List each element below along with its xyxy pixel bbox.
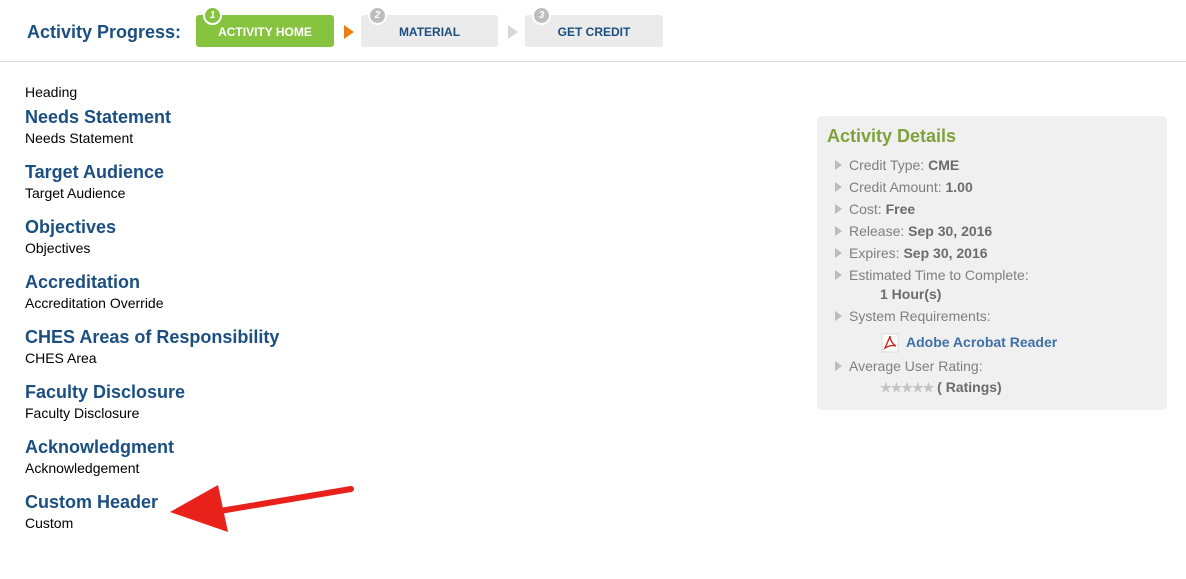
section-custom-header: Custom Header Custom [25,491,725,546]
step-activity-home[interactable]: 1 ACTIVITY HOME [196,6,334,47]
step-arrow-icon [508,25,518,39]
bullet-triangle-icon [835,270,842,280]
step-material[interactable]: 2 MATERIAL [361,6,498,47]
section-acknowledgment: Acknowledgment Acknowledgement [25,436,725,491]
detail-release: Release: Sep 30, 2016 [833,220,1153,242]
step-number-1: 1 [203,6,222,25]
page-heading: Heading [25,84,78,100]
details-list: Credit Type: CME Credit Amount: 1.00 Cos… [833,154,1153,286]
activity-details-panel: Activity Details Credit Type: CME Credit… [817,116,1167,410]
ratings-count: ( Ratings) [937,379,1002,395]
section-text: CHES Area [25,350,97,366]
progress-label: Activity Progress: [27,22,182,42]
bullet-triangle-icon [835,204,842,214]
section-text: Target Audience [25,185,126,201]
bullet-triangle-icon [835,248,842,258]
bullet-triangle-icon [835,182,842,192]
section-title: Custom Header [25,492,159,512]
section-title: Needs Statement [25,107,172,127]
section-title: CHES Areas of Responsibility [25,327,280,347]
detail-cost: Cost: Free [833,198,1153,220]
section-text: Custom [25,515,74,531]
detail-credit-amount: Credit Amount: 1.00 [833,176,1153,198]
bullet-triangle-icon [835,311,842,321]
step-label: MATERIAL [398,25,461,39]
section-faculty-disclosure: Faculty Disclosure Faculty Disclosure [25,381,725,436]
step-label: ACTIVITY HOME [218,25,312,39]
activity-progress-bar: Activity Progress: 1 ACTIVITY HOME 2 MAT… [0,0,1186,62]
detail-system-requirements: System Requirements: [833,305,1153,327]
section-text: Needs Statement [25,130,134,146]
bullet-triangle-icon [835,160,842,170]
section-needs-statement: Needs Statement Needs Statement [25,106,725,161]
bullet-triangle-icon [835,226,842,236]
adobe-acrobat-link[interactable]: Adobe Acrobat Reader [906,334,1057,350]
section-objectives: Objectives Objectives [25,216,725,271]
step-arrow-icon [344,25,354,39]
step-number-3: 3 [532,6,551,25]
section-title: Accreditation [25,272,141,292]
section-text: Objectives [25,240,91,256]
bullet-triangle-icon [835,361,842,371]
details-title: Activity Details [827,126,957,146]
section-text: Faculty Disclosure [25,405,140,421]
section-title: Objectives [25,217,117,237]
section-ches-areas: CHES Areas of Responsibility CHES Area [25,326,725,381]
section-target-audience: Target Audience Target Audience [25,161,725,216]
rating-row: ★★★★★ ( Ratings) [833,377,1153,398]
section-title: Faculty Disclosure [25,382,186,402]
pdf-icon [881,333,899,353]
detail-average-rating: Average User Rating: [833,355,1153,377]
section-text: Accreditation Override [25,295,164,311]
step-label: GET CREDIT [557,25,631,39]
activity-content: Heading Needs Statement Needs Statement … [25,82,725,546]
step-get-credit[interactable]: 3 GET CREDIT [525,6,663,47]
section-title: Acknowledgment [25,437,175,457]
star-rating-icon[interactable]: ★★★★★ [880,380,934,395]
section-title: Target Audience [25,162,165,182]
section-text: Acknowledgement [25,460,140,476]
annotation-arrow-icon [170,485,354,532]
acrobat-row: Adobe Acrobat Reader [833,327,1153,355]
section-accreditation: Accreditation Accreditation Override [25,271,725,326]
detail-credit-type: Credit Type: CME [833,154,1153,176]
detail-expires: Expires: Sep 30, 2016 [833,242,1153,264]
step-number-2: 2 [368,6,387,25]
detail-time-value: 1 Hour(s) [880,286,942,302]
